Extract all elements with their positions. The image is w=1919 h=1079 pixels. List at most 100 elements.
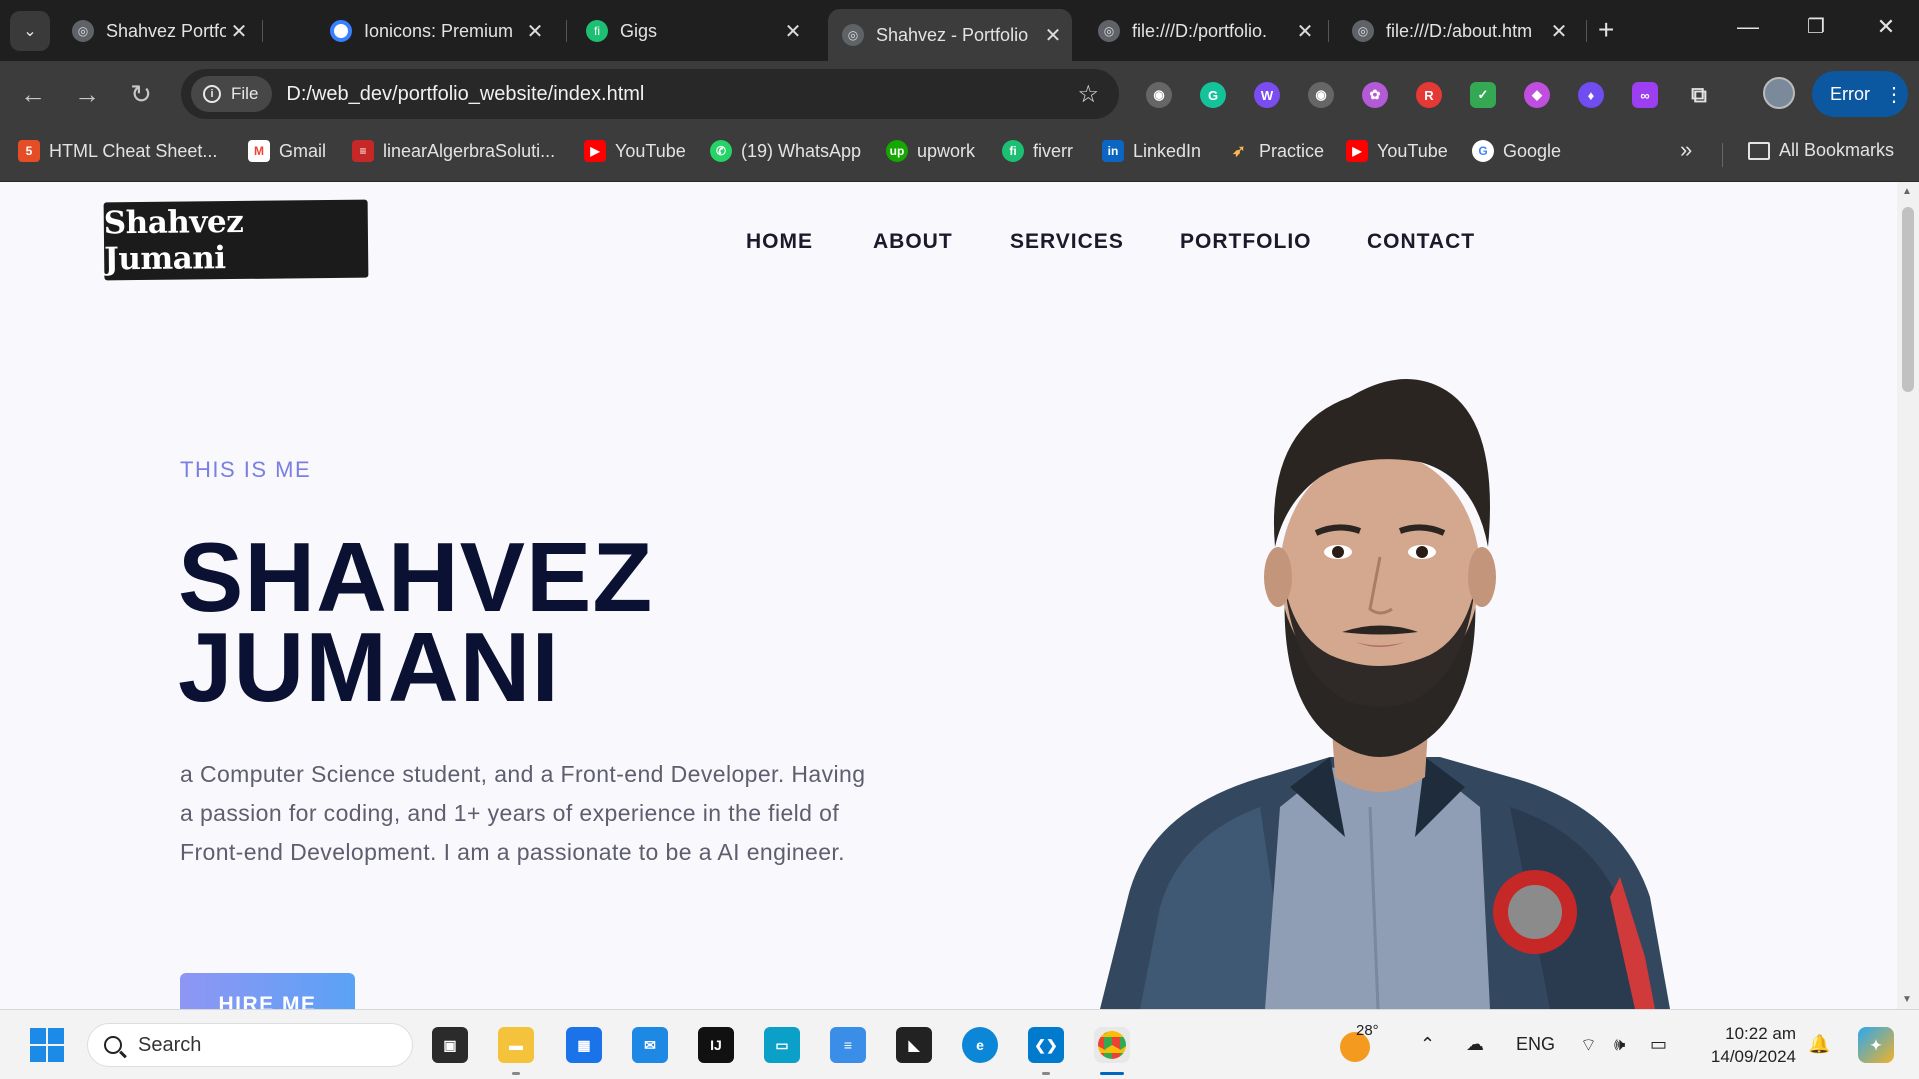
extension-w-icon[interactable]: W — [1254, 82, 1280, 108]
clock-time: 10:22 am — [1725, 1024, 1796, 1043]
minimize-icon[interactable]: — — [1728, 14, 1768, 40]
all-bookmarks-button[interactable]: All Bookmarks — [1748, 140, 1894, 161]
profile-photo — [1100, 379, 1670, 1009]
tab-shahvez-portfolio[interactable]: ◎ Shahvez Portfolio ✕ — [58, 11, 258, 51]
scroll-up-icon[interactable]: ▲ — [1902, 186, 1912, 197]
shield-extension-icon[interactable]: ✓ — [1470, 82, 1496, 108]
chat-extension-icon[interactable]: ◆ — [1524, 82, 1550, 108]
screenshot-extension-icon[interactable]: ◉ — [1308, 82, 1334, 108]
bookmark-linkedin[interactable]: in LinkedIn — [1102, 140, 1201, 162]
close-tab-icon[interactable]: ✕ — [780, 19, 806, 44]
tab-shahvez-portfolio-active[interactable]: ◎ Shahvez - Portfolio ✕ — [828, 9, 1072, 61]
battery-icon[interactable]: ▭ — [1650, 1034, 1667, 1055]
close-tab-icon[interactable]: ✕ — [1040, 23, 1066, 48]
bookmark-youtube[interactable]: ▶ YouTube — [584, 140, 686, 162]
bookmark-google[interactable]: G Google — [1472, 140, 1561, 162]
notepad-icon[interactable]: ≡ — [830, 1027, 866, 1063]
bookmark-whatsapp[interactable]: ✆ (19) WhatsApp — [710, 140, 861, 162]
intellij-icon[interactable]: IJ — [698, 1027, 734, 1063]
bookmark-practice[interactable]: ➶ Practice — [1228, 140, 1324, 162]
grammarly-icon[interactable]: G — [1200, 82, 1226, 108]
bookmarks-bar: 5 HTML Cheat Sheet... M Gmail ≡ linearAlger… — [0, 127, 1919, 182]
notification-bell-icon[interactable]: 🔔 — [1808, 1034, 1830, 1055]
globe-icon: ◎ — [72, 20, 94, 42]
youtube-icon: ▶ — [1346, 140, 1368, 162]
onedrive-cloud-icon[interactable]: ☁ — [1466, 1034, 1484, 1055]
flame-extension-icon[interactable]: ♦ — [1578, 82, 1604, 108]
reload-icon[interactable]: ↻ — [124, 79, 158, 110]
task-view-icon[interactable]: ▣ — [432, 1027, 468, 1063]
new-tab-button[interactable]: + — [1598, 14, 1614, 46]
scroll-down-icon[interactable]: ▼ — [1902, 994, 1912, 1005]
forward-arrow-icon[interactable]: → — [70, 79, 104, 110]
hero-title: SHAHVEZ JUMANI — [178, 528, 653, 716]
bookmark-label: HTML Cheat Sheet... — [49, 140, 218, 161]
tab-file-portfolio[interactable]: ◎ file:///D:/portfolio. ✕ — [1084, 11, 1324, 51]
edge-icon[interactable]: e — [962, 1027, 998, 1063]
language-indicator[interactable]: ENG — [1516, 1034, 1555, 1055]
upwork-icon: up — [886, 140, 908, 162]
bookmark-fiverr[interactable]: fi fiverr — [1002, 140, 1073, 162]
volume-icon[interactable]: 🕪 — [1614, 1034, 1625, 1055]
bookmark-label: YouTube — [1377, 140, 1448, 161]
close-window-icon[interactable]: ✕ — [1866, 14, 1906, 40]
more-bookmarks-button[interactable]: » — [1680, 137, 1692, 163]
mail-icon[interactable]: ✉ — [632, 1027, 668, 1063]
info-icon: i — [203, 85, 221, 103]
extensions-puzzle-icon[interactable]: ⧉ — [1686, 82, 1712, 108]
nav-contact[interactable]: CONTACT — [1367, 230, 1475, 254]
copilot-icon[interactable]: ✦ — [1858, 1027, 1894, 1063]
nav-home[interactable]: HOME — [746, 230, 813, 254]
close-tab-icon[interactable]: ✕ — [1292, 19, 1318, 44]
tab-ionicons[interactable]: Ionicons: Premium ✕ — [316, 11, 554, 51]
tab-search-button[interactable]: ⌄ — [10, 11, 50, 51]
remote-desktop-icon[interactable]: ▭ — [764, 1027, 800, 1063]
bookmark-gmail[interactable]: M Gmail — [248, 140, 326, 162]
more-menu-icon: ⋮ — [1884, 83, 1904, 106]
bookmark-linear-algebra[interactable]: ≡ linearAlgerbraSoluti... — [352, 140, 555, 162]
scrollbar-thumb[interactable] — [1902, 207, 1914, 392]
taskbar-search[interactable]: Search — [87, 1023, 413, 1067]
file-explorer-icon[interactable]: ▬ — [498, 1027, 534, 1063]
close-tab-icon[interactable]: ✕ — [226, 19, 252, 44]
nav-services[interactable]: SERVICES — [1010, 230, 1124, 254]
brain-extension-icon[interactable]: ✿ — [1362, 82, 1388, 108]
extension-r-icon[interactable]: R — [1416, 82, 1442, 108]
chrome-icon[interactable] — [1094, 1027, 1130, 1063]
site-info-chip[interactable]: i File — [191, 76, 273, 112]
nav-portfolio[interactable]: PORTFOLIO — [1180, 230, 1312, 254]
system-clock[interactable]: 10:22 am 14/09/2024 — [1700, 1022, 1796, 1068]
profile-avatar[interactable] — [1763, 77, 1795, 109]
bookmark-star-icon[interactable]: ☆ — [1077, 80, 1099, 109]
page-scrollbar[interactable]: ▲ ▼ — [1897, 182, 1919, 1009]
camera-extension-icon[interactable]: ◉ — [1146, 82, 1172, 108]
bookmark-youtube-2[interactable]: ▶ YouTube — [1346, 140, 1448, 162]
bookmark-html-cheat-sheet[interactable]: 5 HTML Cheat Sheet... — [18, 140, 217, 162]
globe-icon: ◎ — [1352, 20, 1374, 42]
tab-gigs[interactable]: fi Gigs ✕ — [572, 11, 812, 51]
extension-m-icon[interactable]: ∞ — [1632, 82, 1658, 108]
chevron-up-icon[interactable]: ⌃ — [1420, 1034, 1435, 1055]
youtube-icon: ▶ — [584, 140, 606, 162]
tab-title: Ionicons: Premium — [364, 20, 514, 41]
microsoft-store-icon[interactable]: ▦ — [566, 1027, 602, 1063]
wifi-icon[interactable]: ⌔ — [1580, 1034, 1597, 1057]
vscode-icon[interactable]: ❮❯ — [1028, 1027, 1064, 1063]
windows-start-icon[interactable] — [30, 1028, 64, 1062]
browser-toolbar: ← → ↻ i File D:/web_dev/portfolio_websit… — [0, 61, 1919, 127]
back-arrow-icon[interactable]: ← — [16, 79, 50, 110]
address-bar[interactable]: i File D:/web_dev/portfolio_website/inde… — [181, 69, 1119, 119]
hire-me-button[interactable]: HIRE ME — [180, 973, 355, 1009]
restore-icon[interactable]: ❐ — [1796, 14, 1836, 39]
url-text[interactable]: D:/web_dev/portfolio_website/index.html — [286, 83, 1077, 106]
close-tab-icon[interactable]: ✕ — [1546, 19, 1572, 44]
tab-file-about[interactable]: ◎ file:///D:/about.htm ✕ — [1338, 11, 1578, 51]
error-button[interactable]: Error ⋮ — [1812, 71, 1908, 117]
hero-eyebrow: THIS IS ME — [180, 457, 312, 482]
bookmark-upwork[interactable]: up upwork — [886, 140, 975, 162]
site-logo[interactable]: Shahvez Jumani — [103, 199, 369, 281]
nav-about[interactable]: ABOUT — [873, 230, 953, 254]
gmail-icon: M — [248, 140, 270, 162]
close-tab-icon[interactable]: ✕ — [522, 19, 548, 44]
sticky-notes-icon[interactable]: ◣ — [896, 1027, 932, 1063]
